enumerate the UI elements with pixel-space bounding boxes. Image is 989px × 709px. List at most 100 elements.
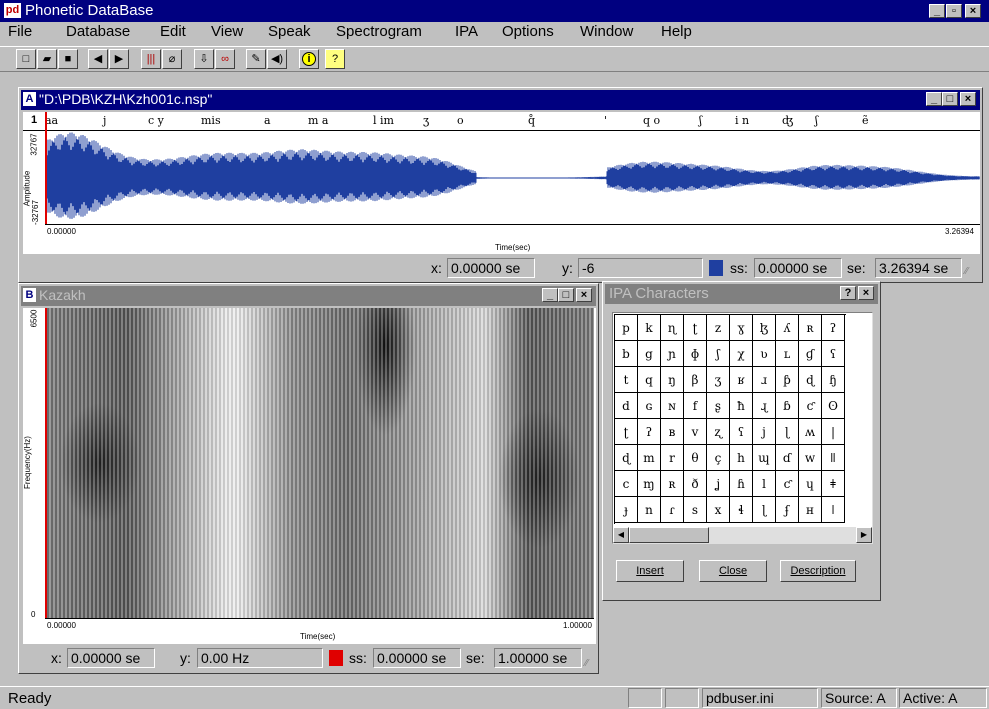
ipa-char-cell[interactable]: z	[707, 315, 730, 341]
ipa-char-cell[interactable]: ð	[684, 471, 707, 497]
ipa-char-cell[interactable]: ɹ	[753, 367, 776, 393]
spectrogram-maximize-button[interactable]: □	[558, 288, 574, 302]
spectrogram-ss-field[interactable]: 0.00000 se	[373, 648, 461, 668]
scroll-left-arrow-icon[interactable]: ◀	[613, 527, 629, 543]
waveform-se-field[interactable]: 3.26394 se	[875, 258, 962, 278]
transcription-token[interactable]: a	[264, 114, 271, 127]
ipa-char-cell[interactable]: ɲ	[661, 341, 684, 367]
menu-options[interactable]: Options	[502, 23, 554, 40]
waveform-x-field[interactable]: 0.00000 se	[447, 258, 535, 278]
spectrogram-close-button[interactable]: ×	[576, 288, 592, 302]
ipa-close-x-button[interactable]: ×	[858, 286, 874, 300]
forward-arrow-icon[interactable]: ▶	[109, 49, 129, 69]
transcription-token[interactable]: ʒ	[423, 114, 429, 127]
ipa-char-cell[interactable]: ʀ	[661, 471, 684, 497]
ipa-help-button[interactable]: ?	[840, 286, 856, 300]
ipa-char-cell[interactable]: b	[615, 341, 638, 367]
ipa-char-cell[interactable]: m	[638, 445, 661, 471]
menu-view[interactable]: View	[211, 23, 243, 40]
transcription-token[interactable]: q̊	[528, 114, 535, 127]
ipa-char-cell[interactable]: ƥ	[776, 367, 799, 393]
spectrogram-minimize-button[interactable]: _	[542, 288, 558, 302]
ipa-char-cell[interactable]: ƈ	[799, 393, 822, 419]
scroll-thumb[interactable]	[629, 527, 709, 543]
spectrogram-plot-area[interactable]: Frequency(Hz) 6500 0 0.00000 1.00000 Tim…	[23, 308, 596, 644]
transcription-token[interactable]: j	[103, 114, 106, 127]
app-close-button[interactable]: ×	[965, 4, 981, 18]
insert-button[interactable]: Insert	[616, 560, 684, 582]
transcription-token[interactable]: mis	[201, 114, 221, 127]
ipa-char-cell[interactable]: ɟ	[615, 497, 638, 523]
ipa-char-cell[interactable]: ɠ	[799, 341, 822, 367]
menu-file[interactable]: File	[8, 23, 32, 40]
ipa-char-cell[interactable]: ɳ	[661, 315, 684, 341]
ipa-char-cell[interactable]: ɦ	[730, 471, 753, 497]
menu-window[interactable]: Window	[580, 23, 633, 40]
ipa-char-cell[interactable]: ɭ	[753, 497, 776, 523]
ipa-char-cell[interactable]: ʔ	[822, 315, 845, 341]
ipa-char-cell[interactable]: ɖ	[799, 367, 822, 393]
ipa-char-cell[interactable]: s	[684, 497, 707, 523]
ipa-char-cell[interactable]: ʍ	[799, 419, 822, 445]
ipa-char-cell[interactable]: ǂ	[822, 471, 845, 497]
ipa-char-cell[interactable]: χ	[730, 341, 753, 367]
ipa-char-cell[interactable]: ç	[707, 445, 730, 471]
ipa-char-cell[interactable]: ɾ	[661, 497, 684, 523]
transcription-token[interactable]: q o	[643, 114, 660, 127]
link-icon[interactable]: ∞	[215, 49, 235, 69]
waveform-plot-area[interactable]: 1 aa j c y mis a m al im ʒ o q̊ ' q oʃi nʤʃẽ Ampli…	[22, 112, 980, 254]
ipa-char-cell[interactable]: ʘ	[822, 393, 845, 419]
ipa-char-cell[interactable]: ǀ	[822, 497, 845, 523]
ipa-char-cell[interactable]: ʀ	[799, 315, 822, 341]
ipa-char-cell[interactable]: k	[638, 315, 661, 341]
ipa-char-cell[interactable]: v	[684, 419, 707, 445]
pen-icon[interactable]: ✎	[246, 49, 266, 69]
ipa-char-cell[interactable]: ɖ	[615, 445, 638, 471]
menu-help[interactable]: Help	[661, 23, 692, 40]
transcription-token[interactable]: ʤ	[782, 114, 793, 127]
ipa-char-cell[interactable]: ʟ	[776, 341, 799, 367]
new-icon[interactable]: □	[16, 49, 36, 69]
ipa-char-cell[interactable]: w	[799, 445, 822, 471]
ipa-char-cell[interactable]: ʄ	[776, 497, 799, 523]
waveform-close-button[interactable]: ×	[960, 92, 976, 106]
ipa-char-cell[interactable]: ʕ	[822, 341, 845, 367]
waveform-resize-grip-icon[interactable]: ⁄⁄	[965, 266, 968, 277]
waveform-ss-field[interactable]: 0.00000 se	[754, 258, 842, 278]
ipa-char-cell[interactable]: d	[615, 393, 638, 419]
speaker-icon[interactable]: ◀)	[267, 49, 287, 69]
ipa-char-cell[interactable]: h	[730, 445, 753, 471]
ipa-char-cell[interactable]: ʝ	[707, 471, 730, 497]
ipa-char-cell[interactable]: ɧ	[822, 367, 845, 393]
ipa-char-cell[interactable]: ʁ	[730, 367, 753, 393]
save-icon[interactable]: ■	[58, 49, 78, 69]
info-icon[interactable]: i	[299, 49, 319, 69]
transcription-token[interactable]: o	[457, 114, 464, 127]
ipa-char-cell[interactable]: ʜ	[799, 497, 822, 523]
description-button[interactable]: Description	[780, 560, 856, 582]
spectrogram-se-field[interactable]: 1.00000 se	[494, 648, 582, 668]
ipa-char-cell[interactable]: ǁ	[822, 445, 845, 471]
ipa-char-cell[interactable]: ʈ	[684, 315, 707, 341]
ipa-char-cell[interactable]: t	[615, 367, 638, 393]
ipa-char-cell[interactable]: ʃ	[707, 341, 730, 367]
transcription-token[interactable]: '	[604, 114, 607, 127]
ipa-char-cell[interactable]: ɓ	[776, 393, 799, 419]
transcription-token[interactable]: i n	[735, 114, 749, 127]
transcription-token[interactable]: c y	[148, 114, 164, 127]
ipa-char-cell[interactable]: ʂ	[707, 393, 730, 419]
ipa-char-cell[interactable]: ŋ	[661, 367, 684, 393]
ipa-char-cell[interactable]: ɢ	[638, 393, 661, 419]
scroll-right-arrow-icon[interactable]: ▶	[856, 527, 872, 543]
ipa-char-cell[interactable]: ʔ	[638, 419, 661, 445]
ipa-char-cell[interactable]: ʋ	[753, 341, 776, 367]
download-icon[interactable]: ⇩	[194, 49, 214, 69]
ipa-char-cell[interactable]: ɰ	[753, 445, 776, 471]
app-maximize-button[interactable]: ▫	[946, 4, 962, 18]
transcription-token[interactable]: l im	[373, 114, 394, 127]
ipa-char-cell[interactable]: l	[753, 471, 776, 497]
ipa-char-cell[interactable]: ɥ	[799, 471, 822, 497]
transcription-token[interactable]: ʃ	[699, 114, 702, 127]
ipa-char-cell[interactable]: ɣ	[730, 315, 753, 341]
eraser-icon[interactable]: ⌀	[162, 49, 182, 69]
